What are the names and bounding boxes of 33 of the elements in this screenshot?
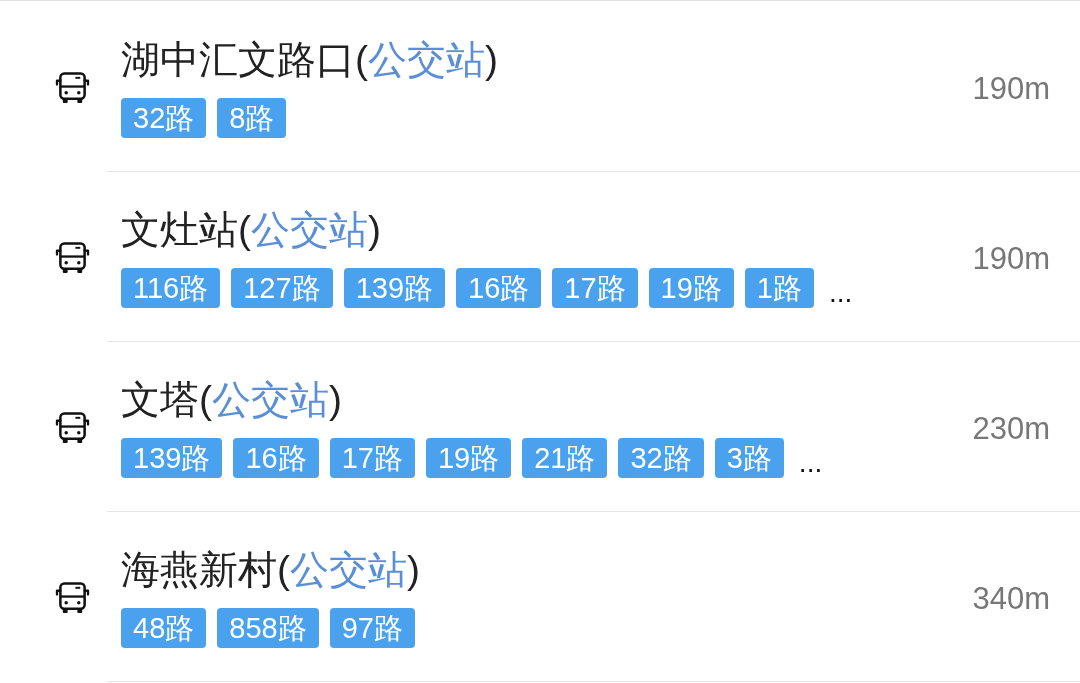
stop-name: 湖中汇文路口(公交站) [121, 37, 498, 83]
distance-label: 230m [972, 409, 1050, 448]
route-tag: 116路 [121, 268, 221, 308]
bus-icon [55, 412, 90, 444]
route-tag: 8路 [217, 98, 287, 138]
stop-name: 海燕新村(公交站) [121, 547, 420, 593]
route-tag: 858路 [217, 608, 319, 648]
distance-label: 190m [972, 239, 1050, 278]
distance-label: 340m [972, 579, 1050, 618]
route-tag: 19路 [425, 438, 512, 478]
route-tag: 32路 [618, 438, 704, 478]
bus-icon [55, 242, 90, 274]
route-tag: 21路 [522, 438, 608, 478]
route-tag: 127路 [231, 268, 333, 308]
route-tag: 16路 [233, 438, 319, 478]
route-tag: 17路 [329, 438, 415, 478]
route-tag: 32路 [121, 98, 207, 138]
route-tag: 139路 [121, 438, 223, 478]
route-tag: 97路 [329, 608, 415, 648]
stop-name: 文塔(公交站) [121, 377, 342, 423]
route-tag: 1路 [744, 268, 814, 308]
route-tag: 48路 [121, 608, 207, 648]
route-tag: 19路 [648, 268, 734, 308]
route-tag: 17路 [552, 268, 638, 308]
bus-icon [55, 582, 90, 614]
bus-icon [55, 72, 90, 104]
route-tag: 3路 [714, 438, 784, 478]
more-indicator: ... [798, 448, 823, 478]
stop-name: 文灶站(公交站) [121, 207, 381, 253]
distance-label: 190m [972, 69, 1050, 108]
more-indicator: ... [828, 278, 853, 308]
route-tag: 16路 [456, 268, 542, 308]
route-tag: 139路 [343, 268, 445, 308]
